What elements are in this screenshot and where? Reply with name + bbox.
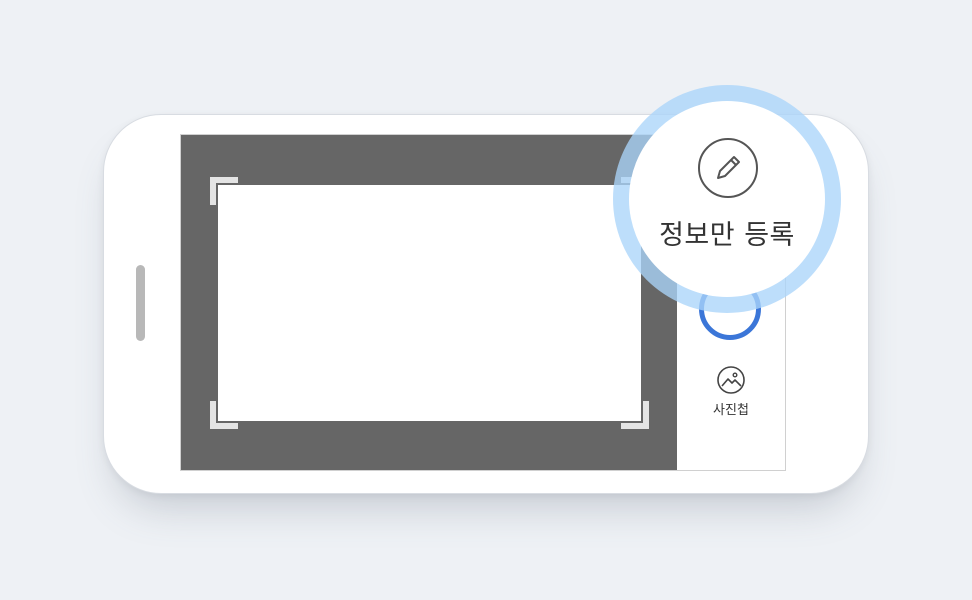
register-info-button[interactable]: 정보만 등록: [629, 101, 825, 297]
register-info-label: 정보만 등록: [659, 220, 795, 251]
gallery-label: 사진첩: [713, 403, 749, 418]
phone-home-indicator: [136, 265, 145, 341]
document-scan-frame: [210, 177, 649, 429]
frame-corner-bottom-left: [210, 401, 238, 429]
camera-viewfinder: [181, 135, 677, 470]
register-info-callout: 정보만 등록: [613, 85, 841, 313]
frame-corner-top-left: [210, 177, 238, 205]
gallery-button[interactable]: 사진첩: [699, 365, 763, 418]
pencil-icon: [698, 138, 758, 198]
image-icon: [717, 366, 745, 394]
frame-corner-bottom-right: [621, 401, 649, 429]
